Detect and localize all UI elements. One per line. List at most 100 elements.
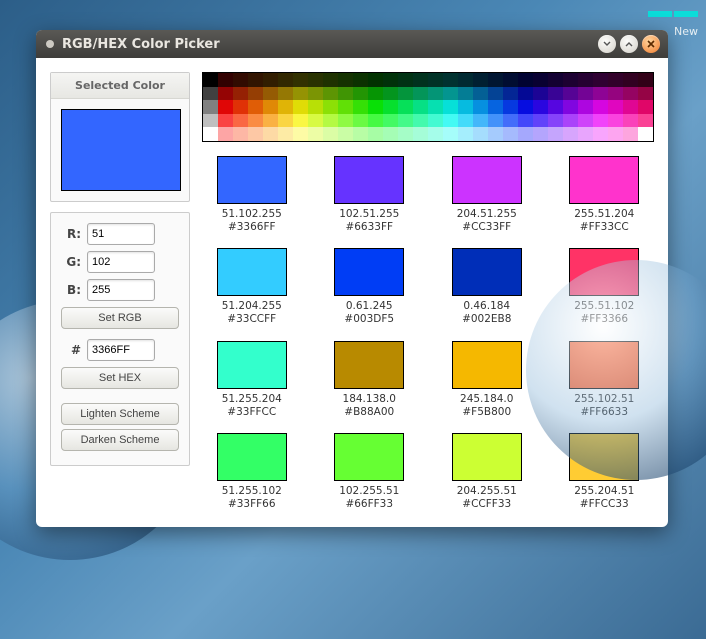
palette-cell[interactable] bbox=[263, 73, 278, 87]
palette-cell[interactable] bbox=[338, 87, 353, 101]
palette-cell[interactable] bbox=[563, 87, 578, 101]
palette-cell[interactable] bbox=[278, 73, 293, 87]
palette-cell[interactable] bbox=[443, 87, 458, 101]
set-rgb-button[interactable]: Set RGB bbox=[61, 307, 179, 329]
palette-cell[interactable] bbox=[293, 114, 308, 128]
palette-cell[interactable] bbox=[218, 87, 233, 101]
palette-cell[interactable] bbox=[548, 114, 563, 128]
palette-cell[interactable] bbox=[218, 127, 233, 141]
palette-cell[interactable] bbox=[458, 87, 473, 101]
palette-cell[interactable] bbox=[203, 73, 218, 87]
palette-cell[interactable] bbox=[308, 87, 323, 101]
palette-cell[interactable] bbox=[248, 127, 263, 141]
palette-cell[interactable] bbox=[263, 127, 278, 141]
set-hex-button[interactable]: Set HEX bbox=[61, 367, 179, 389]
palette-cell[interactable] bbox=[398, 100, 413, 114]
palette-cell[interactable] bbox=[473, 73, 488, 87]
palette-cell[interactable] bbox=[443, 114, 458, 128]
palette-cell[interactable] bbox=[398, 87, 413, 101]
palette-cell[interactable] bbox=[563, 73, 578, 87]
palette-cell[interactable] bbox=[308, 114, 323, 128]
palette-cell[interactable] bbox=[428, 114, 443, 128]
palette-cell[interactable] bbox=[638, 73, 653, 87]
palette-cell[interactable] bbox=[638, 87, 653, 101]
palette-cell[interactable] bbox=[368, 127, 383, 141]
palette-cell[interactable] bbox=[623, 127, 638, 141]
scheme-swatch[interactable] bbox=[217, 156, 287, 204]
palette-cell[interactable] bbox=[338, 100, 353, 114]
palette-cell[interactable] bbox=[278, 127, 293, 141]
palette-cell[interactable] bbox=[383, 114, 398, 128]
palette-cell[interactable] bbox=[608, 114, 623, 128]
palette-cell[interactable] bbox=[353, 100, 368, 114]
palette-cell[interactable] bbox=[533, 87, 548, 101]
palette-cell[interactable] bbox=[458, 73, 473, 87]
scheme-swatch[interactable] bbox=[452, 433, 522, 481]
palette-cell[interactable] bbox=[338, 73, 353, 87]
palette-cell[interactable] bbox=[443, 73, 458, 87]
palette-cell[interactable] bbox=[323, 127, 338, 141]
scheme-swatch[interactable] bbox=[452, 248, 522, 296]
palette-cell[interactable] bbox=[623, 114, 638, 128]
palette-cell[interactable] bbox=[398, 114, 413, 128]
palette-cell[interactable] bbox=[638, 114, 653, 128]
palette-cell[interactable] bbox=[398, 73, 413, 87]
palette-cell[interactable] bbox=[548, 73, 563, 87]
scheme-swatch[interactable] bbox=[334, 341, 404, 389]
palette-cell[interactable] bbox=[308, 73, 323, 87]
palette-cell[interactable] bbox=[323, 114, 338, 128]
palette-cell[interactable] bbox=[488, 114, 503, 128]
palette-cell[interactable] bbox=[248, 73, 263, 87]
palette-cell[interactable] bbox=[458, 127, 473, 141]
palette-cell[interactable] bbox=[533, 127, 548, 141]
palette-cell[interactable] bbox=[443, 127, 458, 141]
palette-cell[interactable] bbox=[233, 87, 248, 101]
palette-cell[interactable] bbox=[293, 127, 308, 141]
palette-cell[interactable] bbox=[353, 87, 368, 101]
scheme-swatch[interactable] bbox=[217, 341, 287, 389]
palette-cell[interactable] bbox=[488, 127, 503, 141]
palette-cell[interactable] bbox=[593, 127, 608, 141]
palette-cell[interactable] bbox=[473, 114, 488, 128]
palette-cell[interactable] bbox=[578, 114, 593, 128]
palette-cell[interactable] bbox=[428, 127, 443, 141]
palette-cell[interactable] bbox=[218, 100, 233, 114]
palette-cell[interactable] bbox=[308, 127, 323, 141]
scheme-swatch[interactable] bbox=[334, 433, 404, 481]
palette-cell[interactable] bbox=[263, 114, 278, 128]
palette-cell[interactable] bbox=[368, 114, 383, 128]
palette-cell[interactable] bbox=[428, 87, 443, 101]
g-input[interactable] bbox=[87, 251, 155, 273]
palette-cell[interactable] bbox=[248, 87, 263, 101]
palette-cell[interactable] bbox=[488, 87, 503, 101]
hex-input[interactable] bbox=[87, 339, 155, 361]
palette-cell[interactable] bbox=[518, 100, 533, 114]
palette-cell[interactable] bbox=[518, 87, 533, 101]
palette-cell[interactable] bbox=[368, 87, 383, 101]
palette-cell[interactable] bbox=[608, 87, 623, 101]
palette-cell[interactable] bbox=[473, 100, 488, 114]
palette-cell[interactable] bbox=[413, 127, 428, 141]
palette-cell[interactable] bbox=[488, 73, 503, 87]
palette-cell[interactable] bbox=[203, 127, 218, 141]
palette-cell[interactable] bbox=[578, 87, 593, 101]
palette-cell[interactable] bbox=[278, 87, 293, 101]
palette-cell[interactable] bbox=[218, 114, 233, 128]
palette-cell[interactable] bbox=[383, 127, 398, 141]
palette-cell[interactable] bbox=[203, 114, 218, 128]
palette-cell[interactable] bbox=[533, 114, 548, 128]
palette-cell[interactable] bbox=[638, 100, 653, 114]
palette-cell[interactable] bbox=[518, 127, 533, 141]
palette-cell[interactable] bbox=[593, 100, 608, 114]
palette-cell[interactable] bbox=[233, 127, 248, 141]
palette-cell[interactable] bbox=[473, 127, 488, 141]
palette-cell[interactable] bbox=[428, 100, 443, 114]
palette-cell[interactable] bbox=[533, 100, 548, 114]
palette-cell[interactable] bbox=[413, 114, 428, 128]
close-button[interactable] bbox=[642, 35, 660, 53]
palette-cell[interactable] bbox=[338, 114, 353, 128]
palette-cell[interactable] bbox=[503, 73, 518, 87]
r-input[interactable] bbox=[87, 223, 155, 245]
palette-cell[interactable] bbox=[248, 100, 263, 114]
palette-cell[interactable] bbox=[488, 100, 503, 114]
